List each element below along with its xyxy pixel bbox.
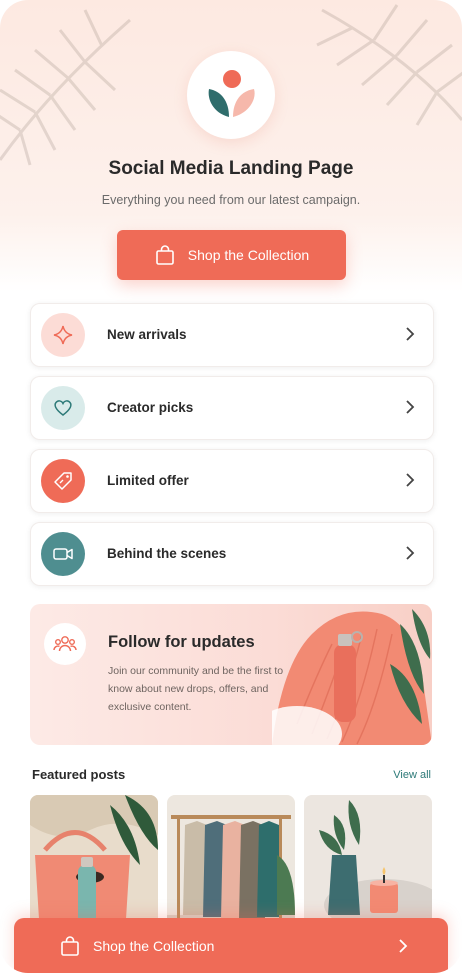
tag-icon bbox=[54, 472, 72, 490]
tote-bag-post[interactable] bbox=[30, 795, 158, 935]
community-icon bbox=[53, 636, 77, 652]
view-all-link[interactable]: View all bbox=[393, 769, 431, 781]
shopping-bag-icon bbox=[155, 245, 174, 265]
menu-item-new-arrivals[interactable]: New arrivals bbox=[30, 303, 434, 367]
palm-shadow-left bbox=[0, 9, 131, 166]
candle-vase-post[interactable] bbox=[304, 795, 432, 935]
bottom-shop-collection-label: Shop the Collection bbox=[93, 938, 215, 954]
menu-label-behind-the-scenes: Behind the scenes bbox=[107, 546, 227, 561]
menu-label-new-arrivals: New arrivals bbox=[107, 327, 187, 342]
sparkle-icon bbox=[53, 325, 73, 345]
video-camera-icon bbox=[53, 548, 73, 560]
flower-logo-icon bbox=[208, 70, 255, 117]
new-arrivals-icon-badge bbox=[41, 313, 85, 357]
page-subtitle: Everything you need from our latest camp… bbox=[101, 193, 361, 207]
shop-collection-button[interactable]: Shop the Collection bbox=[117, 230, 346, 280]
landing-screen: Social Media Landing Page Everything you… bbox=[0, 0, 462, 973]
page-title: Social Media Landing Page bbox=[108, 158, 354, 179]
menu-item-limited-offer[interactable]: Limited offer bbox=[30, 449, 434, 513]
candle-vase-image bbox=[304, 795, 432, 935]
palm-shadow-right bbox=[316, 4, 462, 126]
follow-updates-card[interactable]: Follow for updates Join our community an… bbox=[30, 604, 432, 745]
brand-logo bbox=[187, 51, 275, 139]
clothing-rack-post[interactable] bbox=[167, 795, 295, 935]
featured-posts-title: Featured posts bbox=[32, 767, 126, 782]
community-icon-badge bbox=[44, 623, 86, 665]
menu-label-creator-picks: Creator picks bbox=[107, 400, 194, 415]
bottom-shop-collection-bar[interactable]: Shop the Collection bbox=[14, 918, 448, 973]
shopping-bag-icon bbox=[61, 936, 79, 956]
chevron-right-icon bbox=[406, 400, 415, 414]
clothing-rack-image bbox=[167, 795, 295, 935]
shop-collection-label: Shop the Collection bbox=[187, 247, 310, 263]
tote-bag-image bbox=[30, 795, 158, 935]
menu-item-behind-the-scenes[interactable]: Behind the scenes bbox=[30, 522, 434, 586]
follow-title: Follow for updates bbox=[108, 633, 255, 651]
menu-item-creator-picks[interactable]: Creator picks bbox=[30, 376, 434, 440]
limited-offer-icon-badge bbox=[41, 459, 85, 503]
menu-label-limited-offer: Limited offer bbox=[107, 473, 189, 488]
behind-scenes-icon-badge bbox=[41, 532, 85, 576]
chevron-right-icon bbox=[406, 546, 415, 560]
chevron-right-icon bbox=[406, 473, 415, 487]
follow-description: Join our community and be the first to k… bbox=[108, 665, 284, 713]
creator-picks-icon-badge bbox=[41, 386, 85, 430]
heart-icon bbox=[54, 400, 72, 416]
chevron-right-icon bbox=[406, 327, 415, 341]
chevron-right-icon bbox=[399, 939, 408, 953]
